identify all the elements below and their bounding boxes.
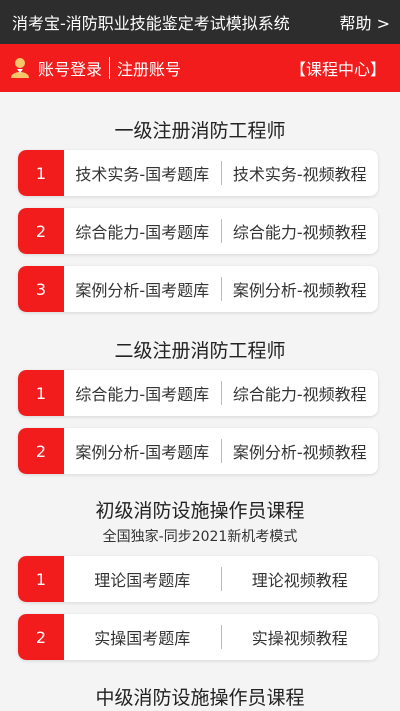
question-bank-link[interactable]: 实操国考题库 xyxy=(64,625,221,649)
question-bank-link[interactable]: 理论国考题库 xyxy=(64,567,221,591)
row-number: 2 xyxy=(18,428,64,474)
course-row: 2 实操国考题库 实操视频教程 xyxy=(18,614,378,660)
video-course-link[interactable]: 综合能力-视频教程 xyxy=(222,381,379,405)
section-title: 中级消防设施操作员课程 xyxy=(95,687,305,709)
course-row: 2 综合能力-国考题库 综合能力-视频教程 xyxy=(18,208,378,254)
video-course-link[interactable]: 案例分析-视频教程 xyxy=(222,439,379,463)
course-row: 1 理论国考题库 理论视频教程 xyxy=(18,556,378,602)
app-title: 消考宝-消防职业技能鉴定考试模拟系统 xyxy=(12,14,290,33)
question-bank-link[interactable]: 技术实务-国考题库 xyxy=(64,161,221,185)
row-number: 1 xyxy=(18,370,64,416)
login-link[interactable]: 账号登录 xyxy=(38,56,102,80)
question-bank-link[interactable]: 综合能力-国考题库 xyxy=(64,381,221,405)
row-number: 1 xyxy=(18,556,64,602)
section-subtitle: 全国独家-同步2021新机考模式 xyxy=(102,529,298,545)
question-bank-link[interactable]: 综合能力-国考题库 xyxy=(64,219,221,243)
account-bar: 账号登录 注册账号 【课程中心】 xyxy=(0,44,400,92)
top-bar: 消考宝-消防职业技能鉴定考试模拟系统 帮助 > xyxy=(0,0,400,44)
register-link[interactable]: 注册账号 xyxy=(117,56,181,80)
row-number: 1 xyxy=(18,150,64,196)
video-course-link[interactable]: 理论视频教程 xyxy=(222,567,379,591)
row-number: 2 xyxy=(18,614,64,660)
help-link[interactable]: 帮助 > xyxy=(340,10,391,34)
divider xyxy=(109,57,111,79)
row-number: 3 xyxy=(18,266,64,312)
video-course-link[interactable]: 实操视频教程 xyxy=(222,625,379,649)
section-title: 初级消防设施操作员课程 xyxy=(95,500,305,522)
question-bank-link[interactable]: 案例分析-国考题库 xyxy=(64,277,221,301)
video-course-link[interactable]: 综合能力-视频教程 xyxy=(222,219,379,243)
question-bank-link[interactable]: 案例分析-国考题库 xyxy=(64,439,221,463)
course-row: 2 案例分析-国考题库 案例分析-视频教程 xyxy=(18,428,378,474)
section-title: 一级注册消防工程师 xyxy=(114,120,286,142)
section-title: 二级注册消防工程师 xyxy=(114,340,286,362)
course-row: 1 技术实务-国考题库 技术实务-视频教程 xyxy=(18,150,378,196)
course-row: 3 案例分析-国考题库 案例分析-视频教程 xyxy=(18,266,378,312)
course-row: 1 综合能力-国考题库 综合能力-视频教程 xyxy=(18,370,378,416)
user-icon xyxy=(11,58,29,78)
row-number: 2 xyxy=(18,208,64,254)
video-course-link[interactable]: 技术实务-视频教程 xyxy=(222,161,379,185)
account-links: 账号登录 注册账号 xyxy=(10,56,181,80)
video-course-link[interactable]: 案例分析-视频教程 xyxy=(222,277,379,301)
course-center-link[interactable]: 【课程中心】 xyxy=(290,56,386,80)
